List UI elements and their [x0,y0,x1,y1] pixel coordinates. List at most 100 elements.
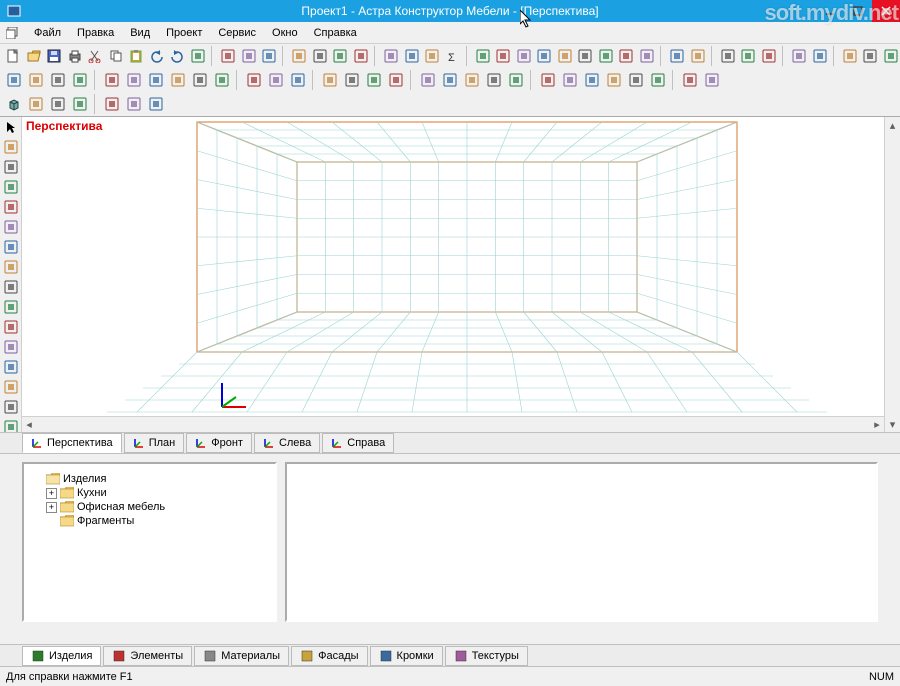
bottom-tab-5[interactable]: Текстуры [445,646,528,666]
view-tab-3[interactable]: Слева [254,433,320,453]
tb-color-b[interactable] [810,46,829,66]
tree-item-0[interactable]: +Кухни [32,486,267,500]
tb-edit-2[interactable] [124,94,144,114]
tb-redo[interactable] [168,46,187,66]
tb-group-4[interactable] [484,70,504,90]
tb-print[interactable] [66,46,85,66]
v-scrollbar[interactable]: ▴ ▾ [884,117,900,432]
view-tab-0[interactable]: Перспектива [22,433,122,453]
lt-pointer[interactable] [1,119,21,135]
tb-shape-a[interactable] [290,46,309,66]
menu-сервис[interactable]: Сервис [210,24,264,42]
scroll-down-icon[interactable]: ▾ [886,416,900,432]
tb-layers[interactable] [760,46,779,66]
lt-arc-3[interactable] [1,319,21,335]
h-scrollbar[interactable]: ◂ ▸ [22,416,884,432]
tree-panel[interactable]: Изделия+Кухни+Офисная мебельФрагменты [22,462,277,622]
tb-copy[interactable] [107,46,126,66]
tb-open-file[interactable] [25,46,44,66]
tb-dist-1[interactable] [102,70,122,90]
tb-dist-6[interactable] [212,70,232,90]
tb-group-5[interactable] [506,70,526,90]
tb-delete[interactable] [189,46,208,66]
tb-zoom-fit[interactable] [576,46,595,66]
tb-misc-3[interactable] [882,46,900,66]
tb-snap-1[interactable] [680,70,700,90]
tb-cube-solid[interactable] [719,46,738,66]
menu-справка[interactable]: Справка [306,24,365,42]
scroll-right-icon[interactable]: ▸ [870,417,884,433]
tb-win-cascade[interactable] [668,46,687,66]
tb-grid-s5[interactable] [626,70,646,90]
lt-wand[interactable] [1,139,21,155]
close-button[interactable] [872,0,900,22]
tb-align-2[interactable] [26,70,46,90]
lt-line-v[interactable] [1,259,21,275]
tb-shape-b[interactable] [311,46,330,66]
tb-conn-3[interactable] [364,70,384,90]
tb-win-tile[interactable] [688,46,707,66]
tb-nav-back[interactable] [239,46,258,66]
tb-align-right[interactable] [402,46,421,66]
lt-rect-sel[interactable] [1,359,21,375]
lt-line-h[interactable] [1,239,21,255]
tb-misc-2[interactable] [861,46,880,66]
view-tab-1[interactable]: План [124,433,185,453]
viewport-3d[interactable] [22,117,884,416]
lt-circle[interactable] [1,339,21,355]
tb-grid-s4[interactable] [604,70,624,90]
lt-rotate-3d[interactable] [1,179,21,195]
tb-rot-2[interactable] [266,70,286,90]
tb-conn-2[interactable] [342,70,362,90]
tb-dist-2[interactable] [124,70,144,90]
tb-obj-cube[interactable] [4,94,24,114]
tb-obj-cone[interactable] [48,94,68,114]
tb-grid-s1[interactable] [538,70,558,90]
tree-item-1[interactable]: +Офисная мебель [32,500,267,514]
tb-dist-3[interactable] [146,70,166,90]
view-tab-4[interactable]: Справа [322,433,394,453]
bottom-tab-1[interactable]: Элементы [103,646,192,666]
lt-cross[interactable] [1,219,21,235]
tree-root[interactable]: Изделия [32,472,267,486]
menu-проект[interactable]: Проект [158,24,210,42]
tb-zoom-out[interactable] [556,46,575,66]
view-tab-2[interactable]: Фронт [186,433,252,453]
tb-grid-c[interactable] [515,46,534,66]
menu-файл[interactable]: Файл [26,24,69,42]
tb-grid-b[interactable] [494,46,513,66]
menu-правка[interactable]: Правка [69,24,122,42]
tb-shape-d[interactable] [352,46,371,66]
tb-obj-pyramid[interactable] [70,94,90,114]
minimize-button[interactable] [816,0,844,22]
mdi-restore-icon[interactable] [4,25,20,41]
tb-pan[interactable] [597,46,616,66]
scroll-up-icon[interactable]: ▴ [886,117,900,133]
tb-color-a[interactable] [790,46,809,66]
tb-snap-2[interactable] [702,70,722,90]
tb-group-2[interactable] [440,70,460,90]
tb-align-left[interactable] [382,46,401,66]
tb-grid-s6[interactable] [648,70,668,90]
tb-align-4[interactable] [70,70,90,90]
tb-shape-c[interactable] [331,46,350,66]
bottom-tab-3[interactable]: Фасады [291,646,367,666]
menu-окно[interactable]: Окно [264,24,306,42]
bottom-tab-4[interactable]: Кромки [370,646,443,666]
lt-text-tool[interactable] [1,399,21,415]
tb-dist-5[interactable] [190,70,210,90]
lt-lasso[interactable] [1,379,21,395]
tb-grid-s3[interactable] [582,70,602,90]
tree-expander[interactable]: + [46,488,57,499]
tb-cube-wire[interactable] [739,46,758,66]
tb-save-file[interactable] [45,46,64,66]
preview-panel[interactable] [285,462,878,622]
tb-nav-fwd[interactable] [260,46,279,66]
tb-misc-1[interactable] [841,46,860,66]
tb-grid-s2[interactable] [560,70,580,90]
tb-edit-3[interactable] [146,94,166,114]
tb-zoom-in[interactable] [535,46,554,66]
tb-align-1[interactable] [4,70,24,90]
lt-arc-1[interactable] [1,279,21,295]
tb-align-top[interactable] [423,46,442,66]
